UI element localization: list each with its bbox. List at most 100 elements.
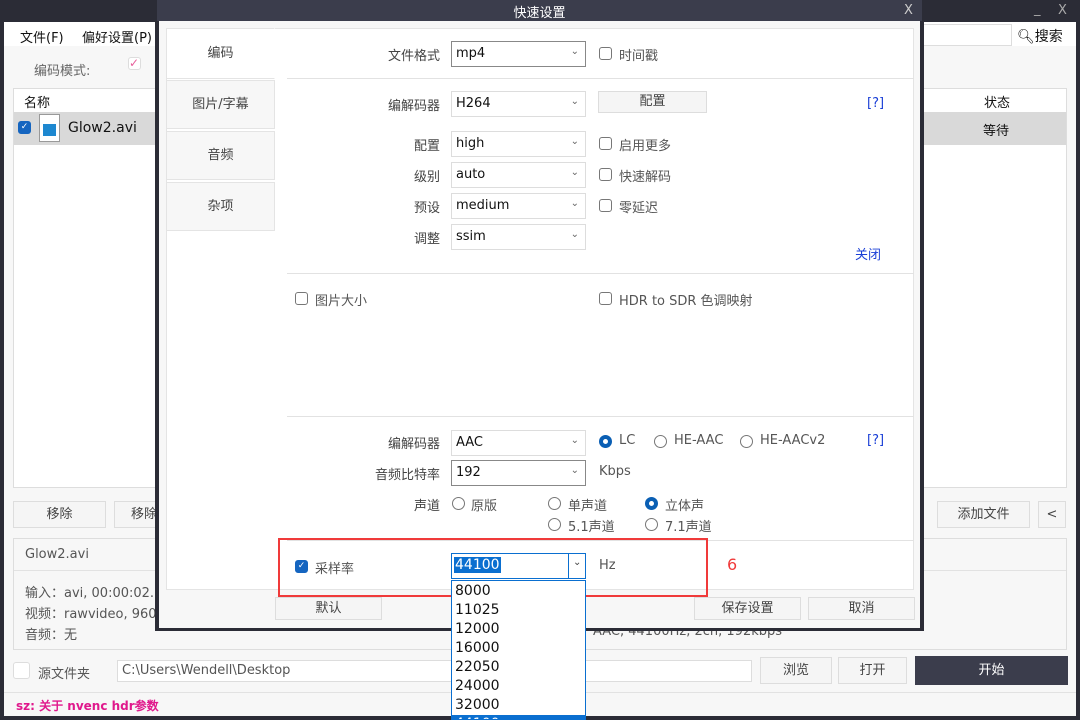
level-label: 级别 [413, 170, 440, 185]
tab-misc[interactable]: 杂项 [166, 182, 275, 231]
default-button[interactable]: 默认 [275, 597, 382, 620]
tab-audio[interactable]: 音频 [166, 131, 275, 180]
row-filename: Glow2.avi [68, 120, 137, 136]
dropdown-option[interactable]: 22050 [452, 658, 585, 677]
hdr-to-sdr-checkbox[interactable] [599, 292, 612, 305]
tab-picture-subtitle[interactable]: 图片/字幕 [166, 80, 275, 129]
divider [287, 273, 914, 274]
timestamp-label: 时间戳 [619, 49, 659, 64]
format-select[interactable]: mp4 ⌄ [451, 41, 586, 67]
channel-51-radio[interactable] [548, 518, 561, 531]
enable-more-checkbox[interactable] [599, 137, 612, 150]
browse-button[interactable]: 浏览 [760, 657, 832, 684]
profile-he-aac-radio[interactable] [654, 435, 667, 448]
channel-original-radio[interactable] [452, 497, 465, 510]
level-select[interactable]: auto ⌄ [451, 162, 586, 188]
zero-latency-label: 零延迟 [619, 201, 659, 216]
config-button[interactable]: 配置 [598, 91, 707, 113]
search-icon: 🔍︎ [1017, 29, 1035, 45]
chevron-down-icon: ⌄ [570, 465, 579, 476]
output-path-input[interactable]: C:\Users\Wendell\Desktop [117, 660, 752, 682]
channel-mono-label: 单声道 [568, 499, 608, 514]
dropdown-option[interactable]: 24000 [452, 677, 585, 696]
tab-encoding[interactable]: 编码 [166, 28, 275, 79]
profile-he-aacv2-label: HE-AACv2 [760, 433, 826, 448]
menu-preferences[interactable]: 偏好设置(P) [82, 27, 152, 46]
zero-latency-checkbox[interactable] [599, 199, 612, 212]
picture-size-label: 图片大小 [315, 294, 368, 309]
channel-label: 声道 [413, 499, 440, 514]
dropdown-option[interactable]: 32000 [452, 696, 585, 715]
start-button[interactable]: 开始 [915, 656, 1068, 685]
preset-select[interactable]: medium ⌄ [451, 193, 586, 219]
source-folder-checkbox[interactable] [13, 662, 30, 679]
profile-lc-label: LC [619, 433, 636, 448]
timestamp-checkbox[interactable] [599, 47, 612, 60]
info-video: 视频：rawvideo, 960x [25, 607, 165, 622]
profile-he-aacv2-radio[interactable] [740, 435, 753, 448]
audio-codec-select[interactable]: AAC ⌄ [451, 430, 586, 456]
tune-label: 调整 [413, 232, 440, 247]
channel-mono-radio[interactable] [548, 497, 561, 510]
collapse-button[interactable]: < [1038, 501, 1066, 528]
bitrate-value: 192 [456, 465, 481, 480]
open-button[interactable]: 打开 [838, 657, 907, 684]
bitrate-select[interactable]: 192 ⌄ [451, 460, 586, 486]
video-codec-select[interactable]: H264 ⌄ [451, 91, 586, 117]
minimize-button[interactable]: _ [1034, 2, 1041, 17]
format-value: mp4 [456, 46, 486, 61]
status-link[interactable]: sz: 关于 nvenc hdr参数 [16, 697, 159, 714]
cancel-button[interactable]: 取消 [808, 597, 915, 620]
add-file-button[interactable]: 添加文件 [937, 501, 1030, 528]
close-link[interactable]: 关闭 [855, 244, 881, 263]
audio-codec-value: AAC [456, 435, 483, 450]
save-settings-button[interactable]: 保存设置 [694, 597, 801, 620]
video-file-icon [39, 114, 60, 142]
source-folder-label: 源文件夹 [38, 667, 91, 682]
dropdown-option-selected[interactable]: 44100 [452, 715, 585, 719]
format-label: 文件格式 [387, 49, 440, 64]
channel-original-label: 原版 [471, 499, 498, 514]
chevron-down-icon: ⌄ [570, 435, 579, 446]
bitrate-label: 音频比特率 [374, 468, 440, 483]
search-button[interactable]: 🔍︎搜索 [1017, 26, 1063, 46]
hdr-to-sdr-label: HDR to SDR 色调映射 [619, 294, 753, 309]
channel-71-radio[interactable] [645, 518, 658, 531]
samplerate-dropdown-list[interactable]: 8000 11025 12000 16000 22050 24000 32000… [451, 580, 586, 720]
dropdown-option[interactable]: 12000 [452, 620, 585, 639]
enable-more-label: 启用更多 [619, 139, 672, 154]
video-codec-value: H264 [456, 96, 491, 111]
row-checkbox[interactable]: ✓ [18, 121, 31, 134]
dropdown-option[interactable]: 11025 [452, 601, 585, 620]
encode-mode-checkbox[interactable]: ✓ [128, 57, 141, 70]
video-codec-label: 编解码器 [387, 99, 440, 114]
profile-lc-radio[interactable] [599, 435, 612, 448]
annotation-number: 6 [727, 555, 738, 574]
fast-decode-checkbox[interactable] [599, 168, 612, 181]
dropdown-option[interactable]: 16000 [452, 639, 585, 658]
picture-size-checkbox[interactable] [295, 292, 308, 305]
encode-mode-label: 编码模式: [34, 64, 91, 79]
divider [287, 78, 914, 79]
dialog-title: 快速设置 [513, 6, 566, 21]
channel-stereo-radio[interactable] [645, 497, 658, 510]
column-status[interactable]: 状态 [984, 92, 1010, 111]
info-input: 输入：avi, 00:00:02.50 [25, 586, 171, 601]
column-name[interactable]: 名称 [24, 92, 50, 111]
tune-select[interactable]: ssim ⌄ [451, 224, 586, 250]
profile-he-aac-label: HE-AAC [674, 433, 724, 448]
audio-codec-label: 编解码器 [387, 437, 440, 452]
info-audio: 音频：无 [25, 628, 78, 643]
profile-select[interactable]: high ⌄ [451, 131, 586, 157]
dropdown-option[interactable]: 8000 [452, 582, 585, 601]
info-filename: Glow2.avi [25, 547, 89, 562]
chevron-down-icon: ⌄ [570, 167, 579, 178]
channel-71-label: 7.1声道 [665, 520, 712, 535]
dialog-close-button[interactable]: X [904, 3, 913, 18]
app-close-button[interactable]: X [1058, 3, 1067, 18]
remove-button[interactable]: 移除 [13, 501, 106, 528]
video-help-link[interactable]: [?] [867, 96, 884, 111]
chevron-down-icon: ⌄ [570, 229, 579, 240]
menu-file[interactable]: 文件(F) [20, 27, 64, 46]
audio-help-link[interactable]: [?] [867, 433, 884, 448]
